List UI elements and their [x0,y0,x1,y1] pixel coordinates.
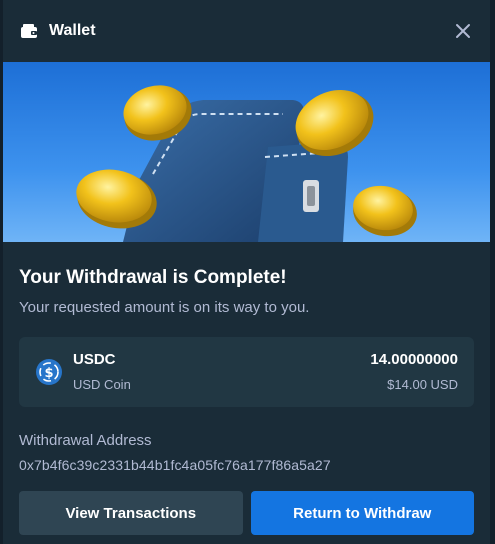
usdc-icon: $ [35,358,63,386]
modal-header: Wallet [3,0,490,62]
withdrawal-complete-title: Your Withdrawal is Complete! [19,267,287,288]
wallet-icon [19,22,39,40]
coin-right [353,185,417,237]
coin-amount: 14.00000000 [370,351,458,368]
return-to-withdraw-button[interactable]: Return to Withdraw [250,491,474,535]
withdrawal-address-value: 0x7b4f6c39c2331b44b1fc4a05fc76a177f86a5a… [19,457,331,473]
wallet-modal: Wallet Your Withdrawal is Complete! Your… [3,0,490,544]
coin-usd-value: $14.00 USD [387,377,458,392]
coin-summary-card: $ USDC USD Coin 14.00000000 $14.00 USD [19,337,474,407]
coin-name: USD Coin [73,377,131,392]
coin-symbol: USDC [73,351,116,368]
hero-illustration [3,62,490,242]
view-transactions-button[interactable]: View Transactions [19,491,243,535]
modal-title: Wallet [49,22,96,39]
close-icon[interactable] [452,20,474,42]
svg-text:$: $ [44,366,53,381]
action-buttons: View Transactions Return to Withdraw [19,491,474,535]
withdrawal-complete-subtitle: Your requested amount is on its way to y… [19,299,310,316]
withdrawal-address-label: Withdrawal Address [19,432,152,449]
